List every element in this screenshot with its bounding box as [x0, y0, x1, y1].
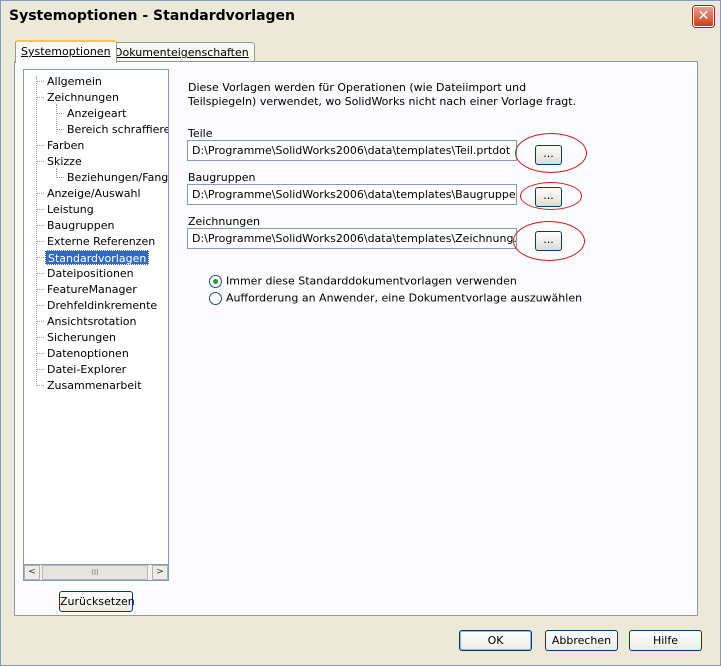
- tree-connector: [36, 353, 44, 354]
- options-tree[interactable]: Allgemein Zeichnungen Anzeigeart Bereich…: [23, 69, 169, 581]
- tree-item-allgemein[interactable]: Allgemein: [47, 74, 102, 89]
- scroll-left-button[interactable]: <: [24, 565, 40, 580]
- help-button-label: Hilfe: [652, 634, 679, 647]
- tree-connector: [36, 161, 44, 162]
- cancel-button[interactable]: Abbrechen: [545, 630, 618, 651]
- tree-connector: [56, 129, 64, 130]
- tree-item-skizze[interactable]: Skizze: [47, 154, 82, 169]
- teile-path-field[interactable]: D:\Programme\SolidWorks2006\data\templat…: [187, 140, 517, 161]
- ok-button-label: OK: [487, 634, 504, 647]
- tree-connector: [36, 289, 44, 290]
- tree-connector: [36, 81, 44, 82]
- tree-connector: [36, 97, 44, 98]
- tree-item-ansichtsrotation[interactable]: Ansichtsrotation: [47, 314, 136, 329]
- grip-icon: III: [91, 568, 99, 577]
- tree-item-beziehungen-fangen[interactable]: Beziehungen/Fangen: [67, 170, 168, 185]
- zeichnungen-browse-button[interactable]: ...: [535, 231, 562, 251]
- tree-connector: [36, 321, 44, 322]
- scroll-thumb[interactable]: III: [42, 565, 148, 580]
- teile-browse-button[interactable]: ...: [535, 145, 562, 165]
- baugruppen-label-text: Baugruppen: [188, 171, 256, 184]
- tree-item-anzeigeart[interactable]: Anzeigeart: [67, 106, 126, 121]
- tree-connector: [36, 145, 44, 146]
- tree-item-bereich-schraffieren[interactable]: Bereich schraffieren/: [67, 122, 168, 137]
- tree-item-zusammenarbeit[interactable]: Zusammenarbeit: [47, 378, 142, 393]
- tree-connector: [36, 209, 44, 210]
- tab-label: Dokumenteigenschaften: [114, 46, 249, 59]
- scroll-right-button[interactable]: >: [152, 565, 168, 580]
- tab-dokumenteigenschaften[interactable]: Dokumenteigenschaften: [108, 42, 255, 62]
- description-text: Diese Vorlagen werden für Operationen (w…: [188, 81, 577, 108]
- tree-connector: [36, 385, 44, 386]
- tree-connector: [36, 193, 44, 194]
- tree-connector: [56, 113, 64, 114]
- tree-item-featuremanager[interactable]: FeatureManager: [47, 282, 137, 297]
- baugruppen-browse-button[interactable]: ...: [535, 187, 562, 207]
- teile-label: Teile: [188, 127, 213, 140]
- radio-prompt-user[interactable]: Aufforderung an Anwender, eine Dokumentv…: [209, 291, 582, 307]
- radio-always-use-defaults[interactable]: Immer diese Standarddokumentvorlagen ver…: [209, 274, 517, 290]
- title-bar[interactable]: Systemoptionen - Standardvorlagen ✕: [1, 1, 720, 31]
- tree-connector: [36, 369, 44, 370]
- tree-horizontal-scrollbar[interactable]: < III >: [23, 564, 169, 581]
- tab-systemoptionen[interactable]: Systemoptionen: [15, 40, 117, 63]
- tree-connector: [36, 241, 44, 242]
- radio-label: Immer diese Standarddokumentvorlagen ver…: [226, 274, 517, 288]
- tab-label: Systemoptionen: [21, 45, 111, 58]
- radio-button-icon[interactable]: [209, 291, 222, 305]
- zeichnungen-path-field[interactable]: D:\Programme\SolidWorks2006\data\templat…: [187, 228, 517, 249]
- help-button[interactable]: Hilfe: [629, 630, 702, 651]
- tree-connector: [56, 177, 64, 178]
- chevron-left-icon: <: [28, 567, 36, 577]
- tree-item-datenoptionen[interactable]: Datenoptionen: [47, 346, 129, 361]
- tree-connector: [36, 305, 44, 306]
- tree-item-baugruppen[interactable]: Baugruppen: [47, 218, 114, 233]
- tree-connector: [56, 168, 57, 176]
- dialog-window: Systemoptionen - Standardvorlagen ✕ Syst…: [0, 0, 721, 666]
- tree-item-dateipositionen[interactable]: Dateipositionen: [47, 266, 134, 281]
- tree-item-externe-referenzen[interactable]: Externe Referenzen: [47, 234, 155, 249]
- tree-item-leistung[interactable]: Leistung: [47, 202, 94, 217]
- reset-button-label: Zurücksetzen: [60, 595, 135, 608]
- reset-button[interactable]: Zurücksetzen: [59, 591, 135, 612]
- tree-item-datei-explorer[interactable]: Datei-Explorer: [47, 362, 126, 377]
- tree-item-anzeige-auswahl[interactable]: Anzeige/Auswahl: [47, 186, 141, 201]
- close-icon: ✕: [697, 8, 710, 24]
- tree-item-farben[interactable]: Farben: [47, 138, 84, 153]
- zeichnungen-label: Zeichnungen: [188, 215, 260, 228]
- tree-connector: [36, 76, 37, 386]
- radio-button-checked-icon[interactable]: [209, 274, 222, 288]
- baugruppen-label: Baugruppen: [188, 171, 255, 184]
- cancel-button-label: Abbrechen: [551, 634, 612, 647]
- zeichnungen-label-text: Zeichnungen: [188, 215, 261, 228]
- tree-connector: [36, 337, 44, 338]
- chevron-right-icon: >: [156, 567, 164, 577]
- tree-connector: [36, 225, 44, 226]
- radio-label: Aufforderung an Anwender, eine Dokumentv…: [226, 291, 583, 305]
- ok-button[interactable]: OK: [459, 630, 532, 651]
- tree-item-zeichnungen[interactable]: Zeichnungen: [47, 90, 119, 105]
- tree-connector: [36, 257, 44, 258]
- tree-item-drehfeldinkremente[interactable]: Drehfeldinkremente: [47, 298, 157, 313]
- teile-label-text: Teile: [188, 127, 213, 140]
- baugruppen-path-field[interactable]: D:\Programme\SolidWorks2006\data\templat…: [187, 184, 517, 205]
- tree-connector: [36, 273, 44, 274]
- tree-item-standardvorlagen[interactable]: Standardvorlagen: [45, 250, 150, 265]
- settings-content: Diese Vorlagen werden für Operationen (w…: [181, 69, 697, 609]
- tree-item-sicherungen[interactable]: Sicherungen: [47, 330, 116, 345]
- window-title: Systemoptionen - Standardvorlagen: [9, 8, 296, 24]
- close-button[interactable]: ✕: [693, 6, 714, 27]
